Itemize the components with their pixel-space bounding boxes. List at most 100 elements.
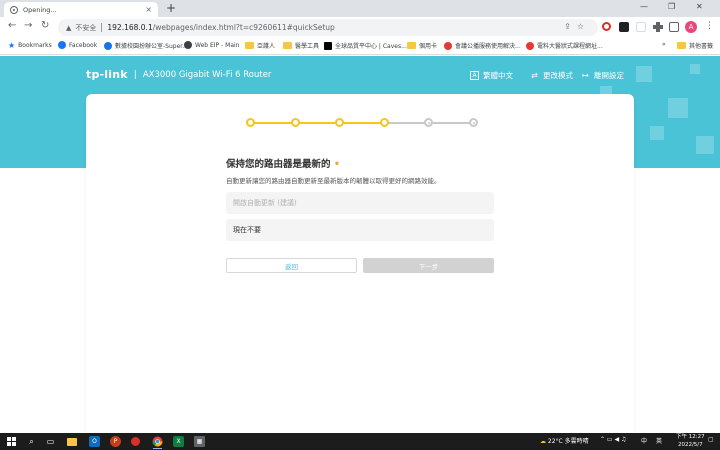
url-host: 192.168.0.1 <box>107 23 153 32</box>
minimize-button[interactable]: — <box>640 2 648 11</box>
switch-mode-icon: ⇄ <box>531 71 538 80</box>
site-icon <box>444 41 452 50</box>
product-name: AX3000 Gigabit Wi-Fi 6 Router <box>142 69 272 80</box>
bookmark-folder[interactable]: 醫學工具 <box>283 41 319 50</box>
bookmark-item[interactable]: 全球品質平中心 | Caves... <box>324 41 407 50</box>
weather-icon: ☁ <box>540 438 546 445</box>
step-pending-dot <box>469 118 478 127</box>
change-mode-button[interactable]: ⇄ 更改模式 <box>530 70 573 81</box>
tab-title: Opening... <box>23 5 57 14</box>
loading-icon <box>10 5 18 14</box>
extension-download-icon[interactable] <box>619 22 629 32</box>
warning-icon: ▲ <box>66 23 72 32</box>
setup-card: 保持您的路由器是最新的 • 自動更新讓您的路由器自動更新至最新版本的韌體以取得更… <box>86 94 634 433</box>
search-icon[interactable]: ⌕ <box>26 436 37 447</box>
step-connector <box>385 122 428 124</box>
bookmark-item[interactable]: Facebook <box>58 41 97 49</box>
forward-icon[interactable]: → <box>24 20 32 31</box>
browser-menu-icon[interactable]: ⋮ <box>705 21 714 31</box>
back-button[interactable]: 返回 <box>226 258 357 273</box>
extension-dot-icon[interactable] <box>636 22 646 32</box>
site-icon <box>526 41 534 50</box>
outlook-icon[interactable]: O <box>89 436 100 447</box>
system-clock[interactable]: 下午 12:27 2022/5/7 <box>676 434 705 449</box>
side-panel-icon[interactable] <box>669 22 679 32</box>
brand: tp-link | AX3000 Gigabit Wi-Fi 6 Router <box>86 68 271 81</box>
progress-stepper <box>246 117 478 129</box>
taskbar: ⌕ ▭ O P X ▦ ☁ 22°C 多雲時晴 ⌃ ▭ ◀ ♫ 中 英 下午 1… <box>0 433 720 450</box>
new-tab-button[interactable]: + <box>166 1 176 15</box>
step-connector <box>296 122 339 124</box>
bookmark-folder[interactable]: 亞護人 <box>245 41 275 50</box>
ime-indicator[interactable]: 中 <box>641 436 647 445</box>
wix-icon <box>324 41 332 50</box>
globe-icon <box>184 41 192 49</box>
exit-icon: ↦ <box>582 71 589 80</box>
file-explorer-icon[interactable] <box>67 438 77 446</box>
router-page: tp-link | AX3000 Gigabit Wi-Fi 6 Router … <box>0 56 720 433</box>
language-button[interactable]: A 繁體中文 <box>470 70 513 81</box>
brand-separator: | <box>133 69 137 80</box>
extensions-puzzle-icon[interactable] <box>653 22 663 32</box>
bookmarks-bar: ★ Bookmarks Facebook 數據校園扮辦公室-Super... We… <box>0 38 720 55</box>
decor-pixel <box>650 126 664 140</box>
language-icon: A <box>470 71 479 80</box>
tplink-logo: tp-link <box>86 68 128 81</box>
exit-setup-button[interactable]: ↦ 離開設定 <box>581 70 624 81</box>
step-connector <box>430 122 472 124</box>
ime-mode-indicator[interactable]: 英 <box>656 436 662 445</box>
app-icon[interactable] <box>131 437 140 446</box>
bookmarks-overflow[interactable]: » <box>662 41 666 48</box>
address-bar[interactable]: ▲ 不安全 192.168.0.1/webpages/index.html?t=… <box>58 19 598 36</box>
bookmark-item[interactable]: Web EIP - Main <box>184 41 239 49</box>
other-bookmarks-folder[interactable]: 其他書籤 <box>677 41 713 50</box>
step-complete-dot <box>290 118 300 127</box>
weather-widget[interactable]: ☁ 22°C 多雲時晴 <box>540 436 589 445</box>
tab-close-button[interactable]: × <box>145 5 152 14</box>
facebook-icon <box>58 41 66 49</box>
calculator-icon[interactable]: ▦ <box>194 436 205 447</box>
browser-toolbar: ← → ↻ ▲ 不安全 192.168.0.1/webpages/index.h… <box>0 17 720 38</box>
step-connector <box>252 122 294 124</box>
browser-tab[interactable]: Opening... × <box>4 2 158 17</box>
folder-icon <box>407 42 416 49</box>
close-window-button[interactable]: ✕ <box>696 2 703 11</box>
share-bookmark-icons[interactable]: ⇪☆ <box>564 22 590 31</box>
bookmark-item[interactable]: 電料大醫狀式課程網址... <box>526 41 603 50</box>
step-pending-dot <box>424 118 434 127</box>
maximize-button[interactable]: ❐ <box>668 2 675 11</box>
tray-icons[interactable]: ⌃ ▭ ◀ ♫ <box>600 436 626 443</box>
step-complete-dot <box>246 118 255 127</box>
bookmark-item[interactable]: ★ Bookmarks <box>8 41 52 50</box>
bookmark-folder[interactable]: 個用卡 <box>407 41 437 50</box>
decor-pixel <box>696 136 714 154</box>
option-enable-auto-update[interactable]: 開啟自動更新 (建議) <box>226 192 494 214</box>
folder-icon <box>245 42 254 49</box>
reload-icon[interactable]: ↻ <box>41 20 49 31</box>
page-description: 自動更新讓您的路由器自動更新至最新版本的韌體以取得更好的網路效能。 <box>226 177 441 185</box>
star-icon: ★ <box>8 41 16 50</box>
profile-avatar[interactable]: A <box>685 21 697 33</box>
windows-start-icon[interactable] <box>6 436 17 447</box>
excel-icon[interactable]: X <box>173 436 184 447</box>
powerpoint-icon[interactable]: P <box>110 436 121 447</box>
bookmark-item[interactable]: 數據校園扮辦公室-Super... <box>104 41 188 50</box>
decor-pixel <box>636 66 652 82</box>
decor-pixel <box>690 64 700 74</box>
back-icon[interactable]: ← <box>8 20 16 31</box>
bookmark-item[interactable]: 會議公播服務使用解決... <box>444 41 521 50</box>
notification-icon[interactable]: ▢ <box>708 436 714 443</box>
chrome-icon[interactable] <box>152 436 163 449</box>
step-complete-dot <box>335 118 345 127</box>
address-separator <box>101 23 103 32</box>
folder-icon <box>283 42 292 49</box>
page-heading: 保持您的路由器是最新的 • <box>226 159 340 170</box>
step-connector <box>341 122 383 124</box>
task-view-icon[interactable]: ▭ <box>45 436 56 447</box>
folder-icon <box>677 42 686 49</box>
option-not-now[interactable]: 現在不要 <box>226 219 494 241</box>
next-button[interactable]: 下一步 <box>363 258 494 273</box>
extension-record-icon[interactable] <box>602 22 611 31</box>
security-label: 不安全 <box>75 23 97 32</box>
url-path: /webpages/index.html?t=c9260611#quickSet… <box>152 23 335 32</box>
